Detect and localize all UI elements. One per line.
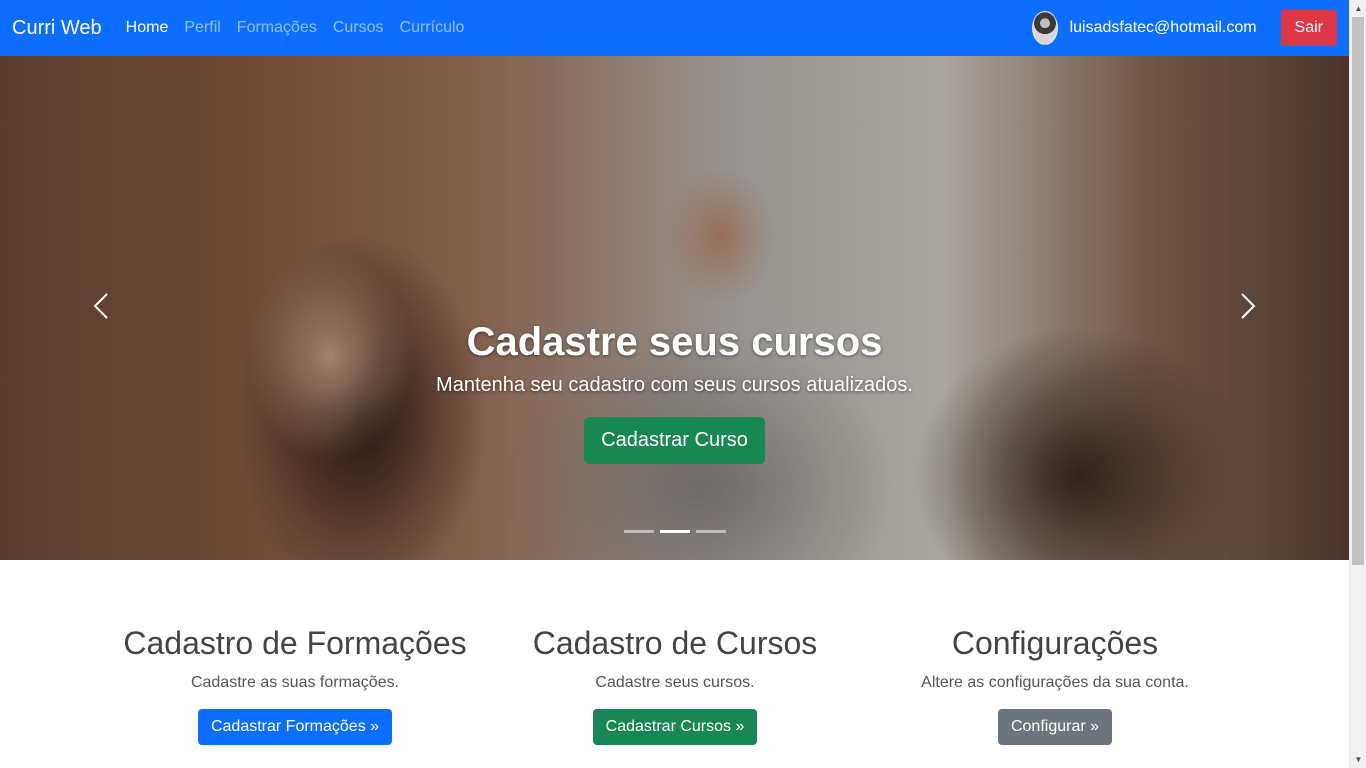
chevron-left-icon <box>93 293 108 319</box>
carousel-indicator-2[interactable] <box>659 530 690 533</box>
feature-title: Configurações <box>951 625 1159 661</box>
carousel-indicator-1[interactable] <box>623 530 654 533</box>
nav-links: Home Perfil Formações Cursos Currículo <box>118 11 473 45</box>
navbar: Curri Web Home Perfil Formações Cursos C… <box>0 0 1349 56</box>
scroll-up-icon[interactable]: ▲ <box>1350 0 1366 17</box>
nav-link-home[interactable]: Home <box>118 11 177 45</box>
nav-link-cursos[interactable]: Cursos <box>325 11 392 45</box>
carousel-caption: Cadastre seus cursos Mantenha seu cadast… <box>0 318 1349 464</box>
carousel-image <box>0 56 1349 560</box>
feature-title: Cadastro de Formações <box>123 625 467 661</box>
feature-section: Cadastro de Formações Cadastre as suas f… <box>0 560 1349 768</box>
carousel-title: Cadastre seus cursos <box>466 320 883 364</box>
feature-formacoes: Cadastro de Formações Cadastre as suas f… <box>105 624 485 746</box>
nav-link-formacoes[interactable]: Formações <box>229 11 325 45</box>
brand-link[interactable]: Curri Web <box>12 17 102 40</box>
carousel-indicators <box>0 530 1349 533</box>
nav-link-curriculo[interactable]: Currículo <box>392 11 473 45</box>
feature-configuracoes: Configurações Altere as configurações da… <box>865 624 1245 746</box>
scroll-down-icon[interactable]: ▼ <box>1350 751 1366 768</box>
scroll-thumb[interactable] <box>1352 17 1364 565</box>
logout-button[interactable]: Sair <box>1280 10 1337 46</box>
feature-title: Cadastro de Cursos <box>532 625 818 661</box>
carousel-text: Mantenha seu cadastro com seus cursos at… <box>436 374 913 396</box>
feature-description: Cadastre as suas formações. <box>190 674 400 692</box>
carousel-indicator-3[interactable] <box>695 530 726 533</box>
vertical-scrollbar[interactable]: ▲ ▼ <box>1349 0 1366 768</box>
register-formations-button[interactable]: Cadastrar Formações » <box>197 709 393 746</box>
feature-description: Cadastre seus cursos. <box>595 674 755 692</box>
feature-description: Altere as configurações da sua conta. <box>921 674 1189 692</box>
register-course-button[interactable]: Cadastrar Curso <box>584 417 765 464</box>
user-avatar <box>1031 11 1058 45</box>
user-area: luisadsfatec@hotmail.com Sair <box>1031 10 1337 46</box>
hero-carousel: Cadastre seus cursos Mantenha seu cadast… <box>0 56 1349 560</box>
nav-link-perfil[interactable]: Perfil <box>176 11 228 45</box>
feature-cursos: Cadastro de Cursos Cadastre seus cursos.… <box>485 624 865 746</box>
register-courses-button[interactable]: Cadastrar Cursos » <box>592 709 758 746</box>
configure-button[interactable]: Configurar » <box>997 709 1113 746</box>
user-email[interactable]: luisadsfatec@hotmail.com <box>1070 19 1257 37</box>
chevron-right-icon <box>1241 293 1256 319</box>
